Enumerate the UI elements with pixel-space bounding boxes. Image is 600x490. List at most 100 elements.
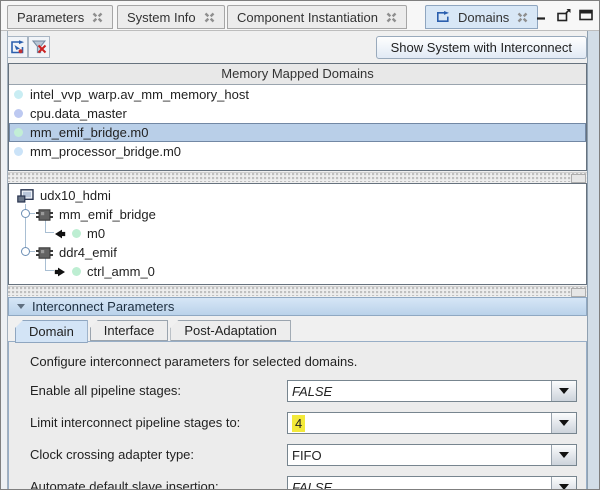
combo-value: FALSE xyxy=(288,477,551,490)
panel-description: Configure interconnect parameters for se… xyxy=(30,354,357,369)
tree-line xyxy=(45,232,54,233)
tab-interface[interactable]: Interface xyxy=(90,320,169,341)
tab-label: Parameters xyxy=(17,10,84,25)
tree-node-module[interactable]: mm_emif_bridge xyxy=(36,205,156,224)
tree-node-interface[interactable]: m0 xyxy=(54,224,105,243)
field-label: Clock crossing adapter type: xyxy=(30,444,194,466)
field-label: Limit interconnect pipeline stages to: xyxy=(30,412,240,434)
interconnect-parameters-header[interactable]: Interconnect Parameters xyxy=(8,297,587,316)
highlight-domain-in-system-icon xyxy=(9,40,25,55)
maximize-icon[interactable] xyxy=(578,8,593,22)
host-interface-plug-icon xyxy=(54,228,66,240)
tree-root-node[interactable]: udx10_hdmi xyxy=(17,186,111,205)
list-header: Memory Mapped Domains xyxy=(9,64,586,85)
tab-label: Interface xyxy=(104,323,155,338)
interconnect-tabs: Domain Interface Post-Adaptation xyxy=(15,320,293,342)
combo-value: FALSE xyxy=(288,381,551,401)
domains-dock-window: Parameters System Info Component Instant… xyxy=(0,0,600,490)
module-chip-icon xyxy=(36,247,53,259)
enable-all-pipeline-stages-combo[interactable]: FALSE xyxy=(287,380,577,402)
detach-x-icon[interactable] xyxy=(92,12,103,23)
automate-default-slave-combo[interactable]: FALSE xyxy=(287,476,577,490)
domain-row[interactable]: mm_processor_bridge.m0 xyxy=(9,142,586,161)
splitter-grip[interactable] xyxy=(571,174,586,183)
clock-crossing-adapter-combo[interactable]: FIFO xyxy=(287,444,577,466)
tree-node-interface[interactable]: ctrl_amm_0 xyxy=(54,262,155,281)
field-label: Enable all pipeline stages: xyxy=(30,380,181,402)
combo-value: 4 xyxy=(288,413,551,433)
tree-node-module[interactable]: ddr4_emif xyxy=(36,243,117,262)
domain-dot-icon xyxy=(14,90,23,99)
detach-x-icon[interactable] xyxy=(517,12,528,23)
clear-filter-icon xyxy=(32,40,47,54)
system-icon xyxy=(17,189,34,203)
memory-mapped-domains-list: Memory Mapped Domains intel_vvp_warp.av_… xyxy=(8,63,587,171)
tab-label: Component Instantiation xyxy=(237,10,378,25)
domain-dot-icon xyxy=(14,109,23,118)
domain-dot-icon xyxy=(14,128,23,137)
right-panel-edge xyxy=(587,31,599,489)
clear-filter-button[interactable] xyxy=(28,36,50,58)
tab-label: Domains xyxy=(458,10,509,25)
tab-label: Post-Adaptation xyxy=(184,323,277,338)
field-label: Automate default slave insertion: xyxy=(30,476,219,490)
domain-label: cpu.data_master xyxy=(30,106,127,121)
tree-line xyxy=(45,270,54,271)
combo-value: FIFO xyxy=(288,445,551,465)
show-system-with-interconnect-button[interactable]: Show System with Interconnect xyxy=(376,36,587,59)
tree-node-label: udx10_hdmi xyxy=(40,188,111,203)
chevron-down-icon xyxy=(559,388,569,394)
highlight-domain-button[interactable] xyxy=(6,36,28,58)
splitter-handle[interactable] xyxy=(8,286,587,296)
tree-node-label: m0 xyxy=(87,226,105,241)
combo-dropdown-button[interactable] xyxy=(551,477,576,490)
domain-row[interactable]: cpu.data_master xyxy=(9,104,586,123)
float-window-icon[interactable] xyxy=(556,8,571,22)
chevron-down-icon xyxy=(559,452,569,458)
agent-interface-plug-icon xyxy=(54,266,66,278)
tab-component-instantiation[interactable]: Component Instantiation xyxy=(227,5,407,29)
domains-loop-arrow-icon xyxy=(435,11,450,23)
highlighted-value: 4 xyxy=(292,415,305,432)
chevron-down-icon xyxy=(559,420,569,426)
collapse-triangle-icon xyxy=(17,304,25,309)
domain-row-selected[interactable]: mm_emif_bridge.m0 xyxy=(9,123,586,142)
tab-label: Domain xyxy=(29,324,74,339)
combo-dropdown-button[interactable] xyxy=(551,381,576,401)
splitter-handle[interactable] xyxy=(8,172,587,182)
tab-parameters[interactable]: Parameters xyxy=(7,5,113,29)
detach-x-icon[interactable] xyxy=(204,12,215,23)
chevron-down-icon xyxy=(559,484,569,490)
domain-label: mm_processor_bridge.m0 xyxy=(30,144,181,159)
minimize-icon[interactable] xyxy=(534,8,549,22)
tab-domains[interactable]: Domains xyxy=(425,5,538,29)
domain-label: intel_vvp_warp.av_mm_memory_host xyxy=(30,87,249,102)
module-chip-icon xyxy=(36,209,53,221)
domains-toolbar: Show System with Interconnect xyxy=(1,31,599,63)
tab-domain[interactable]: Domain xyxy=(15,320,88,343)
tree-node-label: mm_emif_bridge xyxy=(59,207,156,222)
combo-dropdown-button[interactable] xyxy=(551,413,576,433)
tree-node-label: ddr4_emif xyxy=(59,245,117,260)
left-panel-edge xyxy=(1,31,8,489)
tree-expand-handle[interactable] xyxy=(21,247,30,256)
window-controls xyxy=(534,8,593,22)
tab-label: System Info xyxy=(127,10,196,25)
domain-label: mm_emif_bridge.m0 xyxy=(30,125,149,140)
system-hierarchy-tree: udx10_hdmi mm_emif_bridge m0 xyxy=(8,183,587,285)
domain-tab-panel: Configure interconnect parameters for se… xyxy=(8,341,587,490)
detach-x-icon[interactable] xyxy=(386,12,397,23)
interface-dot-icon xyxy=(72,267,81,276)
tree-expand-handle[interactable] xyxy=(21,209,30,218)
tab-system-info[interactable]: System Info xyxy=(117,5,225,29)
tab-post-adaptation[interactable]: Post-Adaptation xyxy=(170,320,291,341)
section-title: Interconnect Parameters xyxy=(32,299,174,314)
splitter-grip[interactable] xyxy=(571,288,586,297)
interface-dot-icon xyxy=(72,229,81,238)
editor-tab-bar: Parameters System Info Component Instant… xyxy=(1,1,599,31)
tree-node-label: ctrl_amm_0 xyxy=(87,264,155,279)
limit-pipeline-stages-combo[interactable]: 4 xyxy=(287,412,577,434)
domain-dot-icon xyxy=(14,147,23,156)
combo-dropdown-button[interactable] xyxy=(551,445,576,465)
domain-row[interactable]: intel_vvp_warp.av_mm_memory_host xyxy=(9,85,586,104)
